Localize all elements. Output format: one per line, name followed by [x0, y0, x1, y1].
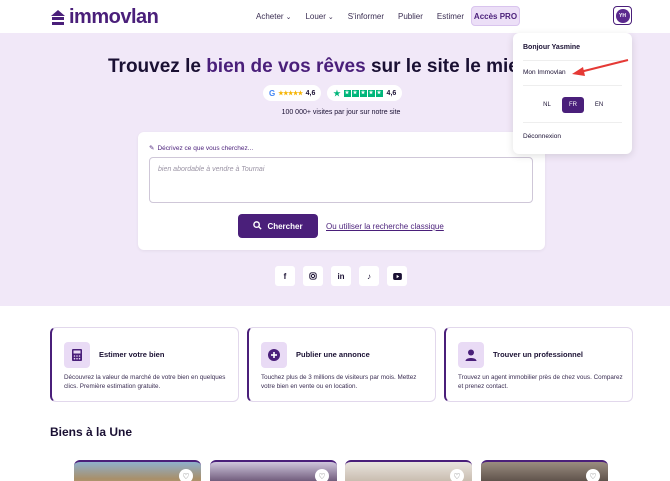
search-button-label: Chercher	[267, 221, 303, 231]
nav-louer[interactable]: Louer ⌄	[305, 12, 333, 21]
feature-title: Publier une annonce	[296, 350, 370, 359]
pro-access-button[interactable]: Accès PRO	[471, 6, 520, 26]
heart-icon[interactable]: ♡	[450, 469, 464, 481]
logo-icon	[51, 9, 65, 26]
feature-title: Estimer votre bien	[99, 350, 165, 359]
nav-label: S'informer	[347, 12, 384, 21]
chevron-down-icon: ⌄	[327, 13, 334, 21]
calculator-icon	[64, 342, 90, 368]
trustpilot-rating-value: 4,6	[386, 89, 397, 97]
nav-label: Acheter	[256, 12, 284, 21]
nav-estimer[interactable]: Estimer	[437, 12, 464, 21]
stars-icon: ★★★★★	[343, 90, 383, 97]
logo-text: immovlan	[69, 6, 159, 28]
nav-publier[interactable]: Publier	[398, 12, 423, 21]
listing-card[interactable]: ♡	[481, 460, 608, 481]
main-nav: Acheter ⌄ Louer ⌄ S'informer Publier Est…	[256, 0, 464, 33]
search-label-text: Décrivez ce que vous cherchez...	[157, 144, 254, 152]
listing-card[interactable]: ♡	[74, 460, 201, 481]
menu-item-logout[interactable]: Déconnexion	[523, 133, 561, 140]
search-button[interactable]: Chercher	[238, 214, 318, 238]
divider	[523, 85, 622, 86]
nav-label: Publier	[398, 12, 423, 21]
nav-sinformer[interactable]: S'informer	[348, 12, 384, 21]
lang-en[interactable]: EN	[588, 97, 610, 113]
facebook-icon[interactable]: f	[275, 266, 295, 286]
divider	[523, 122, 622, 123]
title-part: Trouvez le	[108, 56, 207, 77]
trustpilot-rating[interactable]: ★ ★ ★ ★ ★ ★ 4,6	[327, 85, 403, 101]
divider	[523, 60, 622, 61]
nav-label: Estimer	[436, 12, 465, 21]
logo[interactable]: immovlan	[51, 6, 159, 29]
feature-title: Trouver un professionnel	[493, 350, 584, 359]
feature-publish[interactable]: Publier une annonce Touchez plus de 3 mi…	[247, 327, 436, 402]
agent-icon	[458, 342, 484, 368]
feature-desc: Trouvez un agent immobilier près de chez…	[458, 374, 623, 391]
heart-icon[interactable]: ♡	[315, 469, 329, 481]
stars-icon: ★★★★★	[278, 90, 303, 97]
user-greeting: Bonjour Yasmine	[523, 44, 581, 51]
chevron-down-icon: ⌄	[285, 13, 292, 21]
feature-desc: Touchez plus de 3 millions de visiteurs …	[261, 374, 417, 391]
title-highlight: bien de vos rêves	[206, 56, 366, 77]
feature-desc: Découvrez la valeur de marché de votre b…	[64, 374, 226, 391]
heart-icon[interactable]: ♡	[586, 469, 600, 481]
featured-title: Biens à la Une	[50, 425, 133, 439]
plus-circle-icon	[261, 342, 287, 368]
search-card: ✎ Décrivez ce que vous cherchez... bien …	[138, 132, 545, 250]
lang-fr[interactable]: FR	[562, 97, 584, 113]
search-label: ✎ Décrivez ce que vous cherchez...	[149, 144, 254, 153]
menu-item-my-account[interactable]: Mon Immovlan	[523, 69, 566, 76]
google-rating-value: 4,6	[305, 89, 316, 97]
ratings: G ★★★★★ 4,6 ★ ★ ★ ★ ★ ★ 4,6	[263, 85, 403, 101]
google-rating[interactable]: G ★★★★★ 4,6	[263, 85, 322, 101]
listing-card[interactable]: ♡	[345, 460, 472, 481]
trustpilot-icon: ★	[333, 88, 341, 98]
listing-card[interactable]: ♡	[210, 460, 337, 481]
user-menu: Bonjour Yasmine Mon Immovlan NL FR EN Dé…	[513, 33, 632, 154]
classic-search-link[interactable]: Ou utiliser la recherche classique	[326, 222, 444, 231]
google-icon: G	[269, 88, 276, 98]
nav-acheter[interactable]: Acheter ⌄	[256, 12, 291, 21]
youtube-icon[interactable]	[387, 266, 407, 286]
feature-find-pro[interactable]: Trouver un professionnel Trouvez un agen…	[444, 327, 633, 402]
social-links: f in ♪	[275, 266, 407, 286]
feature-estimate[interactable]: Estimer votre bien Découvrez la valeur d…	[50, 327, 239, 402]
nav-label: Louer	[305, 12, 326, 21]
language-switcher: NL FR EN	[536, 97, 610, 113]
linkedin-icon[interactable]: in	[331, 266, 351, 286]
lang-nl[interactable]: NL	[536, 97, 558, 113]
search-icon	[253, 220, 263, 232]
avatar[interactable]: YH	[613, 6, 632, 25]
search-input[interactable]: bien abordable à vendre à Tournai	[149, 157, 533, 203]
site-header: immovlan Acheter ⌄ Louer ⌄ S'informer Pu…	[0, 0, 670, 33]
magic-wand-icon: ✎	[149, 145, 155, 152]
instagram-icon[interactable]	[303, 266, 323, 286]
heart-icon[interactable]: ♡	[179, 469, 193, 481]
avatar-initials: YH	[615, 8, 630, 23]
tiktok-icon[interactable]: ♪	[359, 266, 379, 286]
